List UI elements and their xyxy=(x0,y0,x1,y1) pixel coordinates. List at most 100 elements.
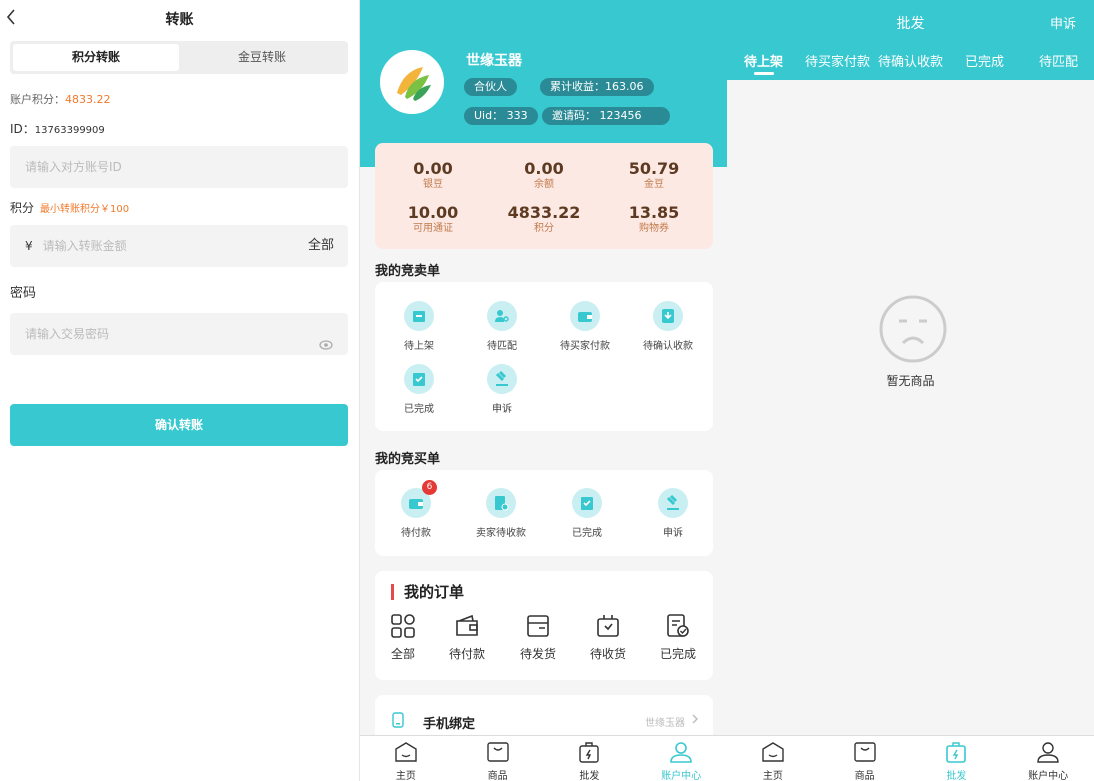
home-icon xyxy=(762,742,784,762)
tab-completed[interactable]: 已完成 xyxy=(965,51,1004,70)
tab-wholesale[interactable]: 批发 xyxy=(544,736,636,781)
tab-account-center[interactable]: 账户中心 xyxy=(1002,736,1094,781)
stat-label: 银豆 xyxy=(423,179,443,190)
tab-gold-bean-transfer[interactable]: 金豆转账 xyxy=(179,44,345,71)
tab-home[interactable]: 主页 xyxy=(360,736,452,781)
balance-value: 4833.22 xyxy=(65,93,111,106)
tab-home[interactable]: 主页 xyxy=(727,736,819,781)
tab-products[interactable]: 商品 xyxy=(819,736,911,781)
order-label: 已完成 xyxy=(659,647,696,661)
sell-confirm-receipt[interactable]: 待确认收款 xyxy=(628,301,708,352)
wallet-outline-icon xyxy=(456,614,478,636)
earnings-badge: 累计收益：163.06 xyxy=(540,78,654,96)
stat-points[interactable]: 4833.22 积分 xyxy=(494,203,594,235)
tab-products[interactable]: 商品 xyxy=(452,736,544,781)
sell-orders-card: 待上架 待匹配 待买家付款 待确认收款 已完成 申诉 xyxy=(375,282,713,431)
stat-label: 积分 xyxy=(534,223,554,234)
stat-coupon[interactable]: 13.85 购物券 xyxy=(604,203,704,235)
stat-value: 0.00 xyxy=(413,159,453,178)
avatar[interactable] xyxy=(380,50,444,114)
page-title: 批发 xyxy=(896,16,925,32)
buy-orders-title: 我的竞买单 xyxy=(375,452,441,467)
order-all[interactable]: 全部 xyxy=(368,613,438,662)
eye-icon[interactable] xyxy=(319,327,333,350)
user-icon xyxy=(670,742,692,763)
stat-value: 4833.22 xyxy=(507,203,581,222)
order-pending-shipping[interactable]: 待发货 xyxy=(503,613,573,662)
id-value: 13763399909 xyxy=(34,125,105,136)
account-points: 账户积分：4833.22 xyxy=(10,91,111,107)
tab-account-center[interactable]: 账户中心 xyxy=(635,736,727,781)
chevron-left-icon[interactable] xyxy=(6,0,16,40)
stat-silver-bean[interactable]: 0.00 银豆 xyxy=(383,159,483,191)
buy-seller-receiving[interactable]: 卖家待收款 xyxy=(461,488,541,539)
order-completed[interactable]: 已完成 xyxy=(643,613,713,662)
my-orders-title: 我的订单 xyxy=(391,584,464,600)
package-icon xyxy=(597,615,619,637)
sell-pending-match[interactable]: 待匹配 xyxy=(462,301,542,352)
sell-orders-title: 我的竞卖单 xyxy=(375,264,441,279)
wholesale-panel: 批发 申诉 待上架 待买家付款 待确认收款 已完成 待匹配 暂无商品 主页 商品… xyxy=(727,0,1094,781)
all-button[interactable]: 全部 xyxy=(308,225,334,267)
sell-item-label: 申诉 xyxy=(492,404,512,415)
stat-value: 50.79 xyxy=(628,159,680,178)
tab-points-transfer[interactable]: 积分转账 xyxy=(13,44,179,71)
stat-label: 金豆 xyxy=(644,179,664,190)
receipt-icon xyxy=(486,488,516,518)
sell-awaiting-payment[interactable]: 待买家付款 xyxy=(545,301,625,352)
order-label: 待付款 xyxy=(448,647,485,661)
tab-wholesale[interactable]: 批发 xyxy=(911,736,1003,781)
bag-icon xyxy=(853,742,876,762)
account-center-panel: 世缘玉器 合伙人 累计收益：163.06 Uid： 333 邀请码： 12345… xyxy=(359,0,727,781)
tab-confirm-receipt[interactable]: 待确认收款 xyxy=(878,51,943,70)
user-id: ID：13763399909 xyxy=(10,120,105,137)
buy-completed[interactable]: 已完成 xyxy=(547,488,627,539)
balance-label: 账户积分： xyxy=(10,93,65,106)
stat-token[interactable]: 10.00 可用通证 xyxy=(383,203,483,235)
tab-pending-listing[interactable]: 待上架 xyxy=(744,51,783,70)
page-title: 转账 xyxy=(165,12,194,28)
tab-label: 账户中心 xyxy=(1028,771,1069,781)
order-pending-receipt[interactable]: 待收货 xyxy=(573,613,643,662)
points-label: 积分 xyxy=(10,201,35,215)
buy-orders-card: 6 待付款 卖家待收款 已完成 申诉 xyxy=(375,470,713,556)
order-label: 待收货 xyxy=(589,647,626,661)
tab-label: 批发 xyxy=(946,771,967,781)
stat-label: 可用通证 xyxy=(413,223,453,234)
phone-icon xyxy=(392,712,404,728)
stat-label: 余额 xyxy=(534,179,554,190)
tab-label: 主页 xyxy=(762,771,783,781)
transfer-type-tabs: 积分转账 金豆转账 xyxy=(10,41,348,74)
amount-placeholder: 请输入转账金额 xyxy=(42,239,127,253)
check-document-icon xyxy=(667,614,689,637)
tab-pending-match[interactable]: 待匹配 xyxy=(1039,51,1078,70)
buy-appeal[interactable]: 申诉 xyxy=(633,488,713,539)
tab-label: 账户中心 xyxy=(661,771,702,781)
asset-stats: 0.00 银豆 0.00 余额 50.79 金豆 10.00 可用通证 4833.22 积… xyxy=(375,143,713,249)
buy-item-label: 已完成 xyxy=(572,528,602,539)
stat-balance[interactable]: 0.00 余额 xyxy=(494,159,594,191)
bottom-tab-bar: 主页 商品 批发 账户中心 xyxy=(360,735,727,781)
password-input[interactable]: 请输入交易密码 xyxy=(10,313,348,355)
stat-value: 0.00 xyxy=(524,159,564,178)
amount-input[interactable]: ¥ 请输入转账金额 全部 xyxy=(10,225,348,267)
tab-awaiting-buyer-payment[interactable]: 待买家付款 xyxy=(805,51,870,70)
chevron-right-icon xyxy=(692,714,698,724)
id-label: ID： xyxy=(10,122,35,136)
bolt-bag-icon xyxy=(579,742,600,763)
appeal-link[interactable]: 申诉 xyxy=(1050,13,1076,32)
stat-gold-bean[interactable]: 50.79 金豆 xyxy=(604,159,704,191)
phone-binding-title: 手机绑定 xyxy=(423,717,476,732)
sell-pending-list[interactable]: 待上架 xyxy=(379,301,459,352)
order-pending-payment[interactable]: 待付款 xyxy=(432,613,502,662)
target-account-input[interactable]: 请输入对方账号ID xyxy=(10,146,348,188)
sell-item-label: 待买家付款 xyxy=(560,341,610,352)
buy-pending-payment[interactable]: 6 待付款 xyxy=(376,480,456,539)
confirm-transfer-button[interactable]: 确认转账 xyxy=(10,404,348,446)
sell-item-label: 待确认收款 xyxy=(643,341,693,352)
tab-label: 批发 xyxy=(579,771,600,781)
order-label: 待发货 xyxy=(519,647,556,661)
sell-appeal[interactable]: 申诉 xyxy=(462,364,542,415)
sell-completed[interactable]: 已完成 xyxy=(379,364,459,415)
stat-label: 购物券 xyxy=(639,223,669,234)
